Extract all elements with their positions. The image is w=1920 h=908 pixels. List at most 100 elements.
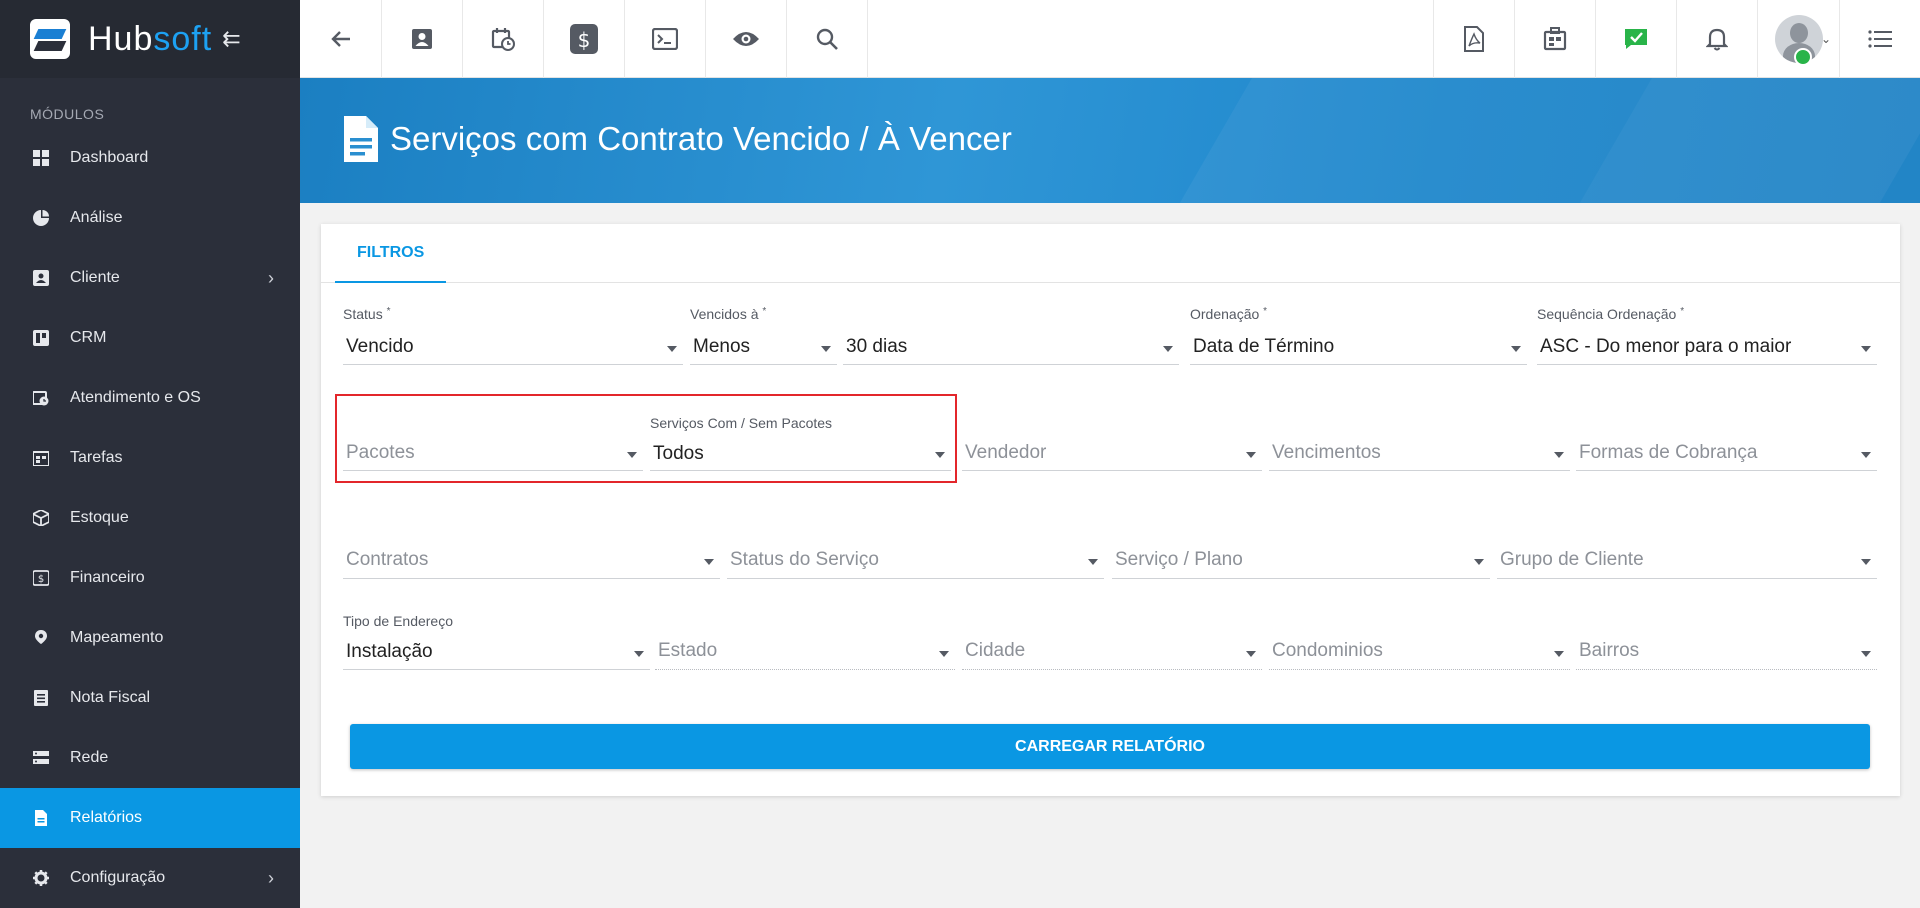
vencidos-a-select[interactable]: Vencidos à * Menos	[690, 306, 837, 366]
dropdown-caret-icon	[1861, 346, 1871, 352]
servico-plano-select[interactable]: Serviço / Plano	[1112, 520, 1490, 580]
sidebar-item-cliente[interactable]: Cliente ›	[0, 248, 300, 308]
topbar: $ ⌄	[300, 0, 1920, 78]
sidebar-item-rede[interactable]: Rede	[0, 728, 300, 788]
dropdown-caret-icon	[1554, 452, 1564, 458]
sidebar-item-atendimento[interactable]: Atendimento e OS	[0, 368, 300, 428]
pdf-button[interactable]	[1433, 0, 1514, 78]
page-header: Serviços com Contrato Vencido / À Vencer	[300, 78, 1920, 203]
sidebar-item-nota-fiscal[interactable]: Nota Fiscal	[0, 668, 300, 728]
bell-icon	[1706, 28, 1728, 51]
servicos-pacotes-select[interactable]: Serviços Com / Sem Pacotes Todos	[650, 412, 951, 472]
cidade-select[interactable]: Cidade	[962, 613, 1262, 673]
condominios-select[interactable]: Condominios	[1269, 613, 1570, 673]
vencimentos-select[interactable]: Vencimentos	[1269, 412, 1570, 472]
field-underline	[1497, 578, 1877, 579]
menu-button[interactable]	[1839, 0, 1920, 78]
vendedor-placeholder: Vendedor	[965, 442, 1047, 463]
vencidos-a-value: Menos	[693, 336, 751, 357]
user-menu-button[interactable]: ⌄	[1757, 0, 1839, 78]
dollar-icon: $	[570, 24, 598, 54]
dias-select[interactable]: 30 dias	[843, 306, 1179, 366]
ordenacao-select[interactable]: Ordenação * Data de Término	[1190, 306, 1527, 366]
sidebar-item-label: Estoque	[70, 509, 129, 526]
contratos-select[interactable]: Contratos	[343, 520, 720, 580]
sequencia-ordenacao-select[interactable]: Sequência Ordenação * ASC - Do menor par…	[1537, 306, 1877, 366]
list-icon	[1868, 30, 1892, 48]
collapse-sidebar-icon[interactable]: ⇇	[222, 26, 240, 52]
dropdown-caret-icon	[1246, 452, 1256, 458]
notifications-button[interactable]	[1676, 0, 1757, 78]
arrow-left-icon	[330, 31, 350, 47]
chevron-down-icon: ⌄	[1820, 32, 1831, 46]
load-report-button[interactable]: CARREGAR RELATÓRIO	[350, 724, 1870, 769]
field-underline	[343, 669, 650, 670]
tab-filtros[interactable]: FILTROS	[335, 224, 447, 283]
sequencia-ordenacao-value: ASC - Do menor para o maior	[1540, 336, 1792, 357]
pdf-file-icon	[1464, 26, 1484, 52]
condominios-placeholder: Condominios	[1272, 640, 1383, 661]
dropdown-caret-icon	[1511, 346, 1521, 352]
pacotes-placeholder: Pacotes	[346, 442, 415, 463]
pacotes-select[interactable]: Pacotes	[343, 412, 643, 472]
formas-cobranca-placeholder: Formas de Cobrança	[1579, 442, 1758, 463]
contact-card-icon	[32, 269, 50, 287]
kanban-icon	[32, 329, 50, 347]
sidebar-item-crm[interactable]: CRM	[0, 308, 300, 368]
terminal-button[interactable]	[625, 0, 706, 78]
sidebar: Hubsoft ⇇ MÓDULOS Dashboard Análise Clie…	[0, 0, 300, 908]
online-status-icon	[1794, 48, 1812, 66]
contact-card-icon	[412, 29, 432, 49]
vendedor-select[interactable]: Vendedor	[962, 412, 1262, 472]
status-value: Vencido	[346, 336, 414, 357]
field-underline	[962, 470, 1262, 471]
dias-value: 30 dias	[846, 336, 908, 357]
search-icon	[816, 28, 838, 50]
bairros-select[interactable]: Bairros	[1576, 613, 1877, 673]
receipt-icon	[32, 689, 50, 707]
field-underline	[727, 578, 1104, 579]
dropdown-caret-icon	[1861, 651, 1871, 657]
sidebar-item-analise[interactable]: Análise	[0, 188, 300, 248]
app-root: Hubsoft ⇇ MÓDULOS Dashboard Análise Clie…	[0, 0, 1920, 908]
pie-chart-icon	[32, 209, 50, 227]
formas-cobranca-select[interactable]: Formas de Cobrança	[1576, 412, 1877, 472]
dropdown-caret-icon	[634, 651, 644, 657]
status-select[interactable]: Status * Vencido	[343, 306, 683, 366]
cidade-placeholder: Cidade	[965, 640, 1026, 661]
grupo-cliente-placeholder: Grupo de Cliente	[1500, 549, 1644, 570]
sidebar-item-mapeamento[interactable]: Mapeamento	[0, 608, 300, 668]
approvals-button[interactable]	[1595, 0, 1676, 78]
page-title-wrap: Serviços com Contrato Vencido / À Vencer	[340, 114, 1012, 164]
finance-button[interactable]: $	[544, 0, 625, 78]
calendar-clock-icon	[491, 28, 515, 51]
field-underline	[690, 364, 837, 365]
estado-select[interactable]: Estado	[655, 613, 955, 673]
modules-section-label: MÓDULOS	[30, 106, 105, 122]
field-underline	[1269, 470, 1570, 471]
sidebar-item-relatorios[interactable]: Relatórios	[0, 788, 300, 848]
tasks-button[interactable]	[1514, 0, 1595, 78]
sidebar-item-label: Atendimento e OS	[70, 389, 201, 406]
sidebar-item-dashboard[interactable]: Dashboard	[0, 128, 300, 188]
schedule-button[interactable]	[463, 0, 544, 78]
sidebar-item-financeiro[interactable]: $ Financeiro	[0, 548, 300, 608]
field-underline	[343, 364, 683, 365]
client-card-button[interactable]	[382, 0, 463, 78]
servicos-pacotes-value: Todos	[653, 443, 704, 464]
sidebar-item-configuracao[interactable]: Configuração ›	[0, 848, 300, 908]
grupo-cliente-select[interactable]: Grupo de Cliente	[1497, 520, 1877, 580]
sidebar-item-tarefas[interactable]: Tarefas	[0, 428, 300, 488]
terminal-icon	[652, 28, 678, 50]
sidebar-item-estoque[interactable]: Estoque	[0, 488, 300, 548]
status-servico-select[interactable]: Status do Serviço	[727, 520, 1104, 580]
status-label: Status *	[343, 306, 391, 322]
eye-icon	[733, 32, 759, 46]
search-button[interactable]	[787, 0, 868, 78]
tipo-endereco-select[interactable]: Tipo de Endereço Instalação	[343, 613, 650, 673]
back-button[interactable]	[300, 0, 382, 78]
view-button[interactable]	[706, 0, 787, 78]
calendar-clock-icon	[32, 389, 50, 407]
dropdown-caret-icon	[627, 452, 637, 458]
servicos-pacotes-label: Serviços Com / Sem Pacotes	[650, 415, 833, 431]
